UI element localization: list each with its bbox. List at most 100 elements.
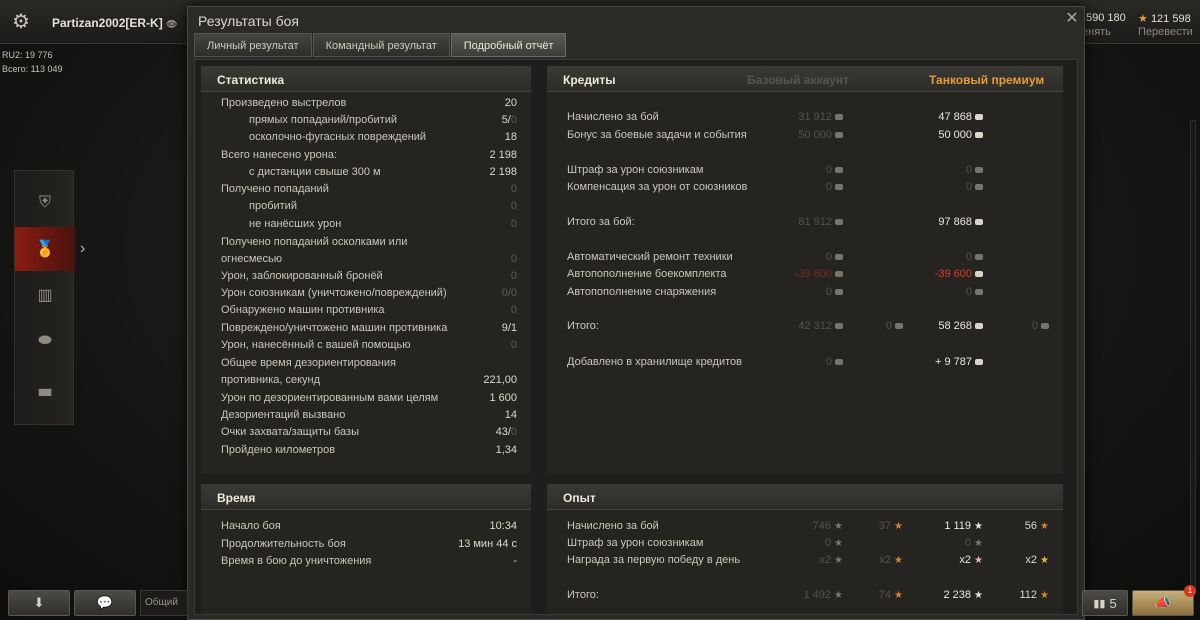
experience-label: Штраф за урон союзникам [567, 537, 704, 549]
gold-value: 121 598 [1150, 13, 1191, 25]
exchange-link[interactable]: енять [1082, 26, 1111, 38]
credits-row: Начислено за бой 31 912 47 868 [547, 109, 1063, 126]
base-credits-value: -39 600 [783, 266, 843, 283]
stat-value-dim: 0 [510, 426, 517, 438]
premium-account-header: Танковый премиум [929, 73, 1045, 87]
stat-value: 20 [504, 97, 517, 109]
stat-label: Урон, заблокированный бронёй [221, 270, 383, 282]
base-gold-text: 0 [885, 320, 892, 332]
free-xp-star-icon: ★ [1040, 555, 1049, 566]
statistics-row: Пройдено километров 1,34 [201, 442, 531, 459]
base-credits-value: 42 312 [783, 318, 843, 335]
base-credits-text: 81 912 [798, 216, 832, 228]
chevron-right-icon[interactable]: › [80, 240, 85, 258]
statistics-row: Очки захвата/защиты базы 43/0 [201, 424, 531, 441]
tab-detailed-report[interactable]: Подробный отчёт [450, 33, 567, 57]
time-header: Время [201, 484, 531, 510]
statistics-row: Урон союзникам (уничтожено/повреждений) 0… [201, 285, 531, 302]
rating-server: RU2: 19 776 [2, 50, 53, 60]
credit-coin-icon [975, 132, 983, 139]
credits-row: Итого: 42 312 0 58 268 0 [547, 318, 1063, 335]
statistics-row: Урон, нанесённый с вашей помощью 0 [201, 337, 531, 354]
squad-button[interactable]: ▮▮ 5 [1082, 590, 1128, 616]
transfer-link[interactable]: Перевести [1138, 26, 1193, 38]
experience-title: Опыт [563, 491, 596, 505]
credits-label: Итого: [567, 320, 599, 332]
player-name-label: Partizan2002[ER-K] [52, 16, 163, 30]
medal-icon[interactable]: 🏅 [15, 227, 75, 271]
base-xp-value: 746 ★ [783, 518, 843, 535]
base-free-xp-value: x2 ★ [863, 552, 903, 569]
xp-star-icon: ★ [834, 521, 843, 532]
stat-value: 0 [510, 218, 517, 230]
credit-coin-icon [835, 254, 843, 261]
chat-button[interactable]: 💬 [74, 590, 136, 616]
time-label: Продолжительность боя [221, 538, 346, 550]
notification-badge: 1 [1184, 585, 1196, 597]
time-value: 10:34 [489, 520, 517, 532]
base-xp-value: 0 ★ [783, 535, 843, 552]
statistics-row: огнесмесью 0 [201, 251, 531, 268]
rating-podium-icon[interactable]: ▃ [15, 365, 75, 409]
battle-results-dialog: Результаты боя ✕ Личный результат Команд… [187, 6, 1085, 620]
time-label: Время в бою до уничтожения [221, 555, 372, 567]
time-value: - [513, 555, 517, 567]
base-credits-value: 0 [783, 354, 843, 371]
statistics-row: осколочно-фугасных повреждений 18 [201, 129, 531, 146]
credit-coin-icon [835, 359, 843, 366]
tank-icon[interactable]: ⬬ [15, 319, 75, 363]
statistics-row: противника, секунд 221,00 [201, 372, 531, 389]
clan-shield-icon[interactable]: ⛨ [15, 181, 75, 225]
credits-label: Компенсация за урон от союзников [567, 181, 748, 193]
statistics-row: Дезориентаций вызвано 14 [201, 407, 531, 424]
download-button[interactable]: ⬇ [8, 590, 70, 616]
stat-label: не нанёсших урон [249, 218, 342, 230]
statistics-row: Обнаружено машин противника 0 [201, 302, 531, 319]
premium-credits-value: 0 [923, 162, 983, 179]
stat-value-main: 5/ [501, 114, 511, 126]
statistics-row: пробитий 0 [201, 198, 531, 215]
credit-coin-icon [975, 114, 983, 121]
megaphone-icon: 📣 [1154, 595, 1172, 610]
premium-credits-value: + 9 787 [923, 354, 983, 371]
credit-coin-icon [835, 323, 843, 330]
credit-coin-icon [975, 184, 983, 191]
hide-eye-icon[interactable]: 👁 [166, 19, 177, 29]
dialog-title: Результаты боя [198, 13, 300, 29]
credits-row: Бонус за боевые задачи и события 50 000 50… [547, 127, 1063, 144]
credits-row: Автопополнение снаряжения 0 0 [547, 284, 1063, 301]
gold-coin-icon [895, 323, 903, 330]
credits-header: Кредиты Базовый аккаунт Танковый премиум [547, 66, 1063, 92]
credits-label: Добавлено в хранилище кредитов [567, 356, 742, 368]
tab-personal-result[interactable]: Личный результат [194, 33, 312, 57]
statistics-row: с дистанции свыше 300 м 2 198 [201, 164, 531, 181]
stat-label: Общее время дезориентирования [221, 357, 396, 369]
page-scrollbar[interactable] [1190, 120, 1196, 590]
stat-label: прямых попаданий/пробитий [249, 114, 398, 126]
rating-total: Всего: 113 049 [2, 64, 63, 74]
base-free-xp-value: 37 ★ [863, 518, 903, 535]
download-arrow-icon: ⬇ [33, 595, 45, 610]
statistics-row: Получено попаданий 0 [201, 181, 531, 198]
premium-credits-text: 0 [965, 164, 972, 176]
credits-row: Добавлено в хранилище кредитов 0 + 9 787 [547, 354, 1063, 371]
stats-bars-icon[interactable]: ▥ [15, 273, 75, 317]
time-row: Время в бою до уничтожения - [201, 553, 531, 570]
settings-gear-icon[interactable]: ⚙ [10, 11, 32, 33]
premium-xp-text: 1 119 [944, 520, 972, 532]
credit-coin-icon [975, 271, 983, 278]
stat-label: противника, секунд [221, 374, 321, 386]
stat-value: 0 [510, 304, 517, 316]
close-icon[interactable]: ✕ [1064, 11, 1080, 27]
xp-star-icon: ★ [974, 555, 983, 566]
credit-coin-icon [975, 323, 983, 330]
xp-star-icon: ★ [834, 555, 843, 566]
stat-label: Пройдено километров [221, 444, 336, 456]
player-name[interactable]: Partizan2002[ER-K] 👁 [52, 16, 177, 30]
stat-label: осколочно-фугасных повреждений [249, 131, 427, 143]
chat-channel-input[interactable]: Общий [140, 590, 188, 616]
tab-team-result[interactable]: Командный результат [312, 33, 450, 57]
premium-credits-text: 0 [965, 286, 972, 298]
time-row: Продолжительность боя 13 мин 44 с [201, 536, 531, 553]
stat-label: Получено попаданий осколками или [221, 236, 408, 248]
